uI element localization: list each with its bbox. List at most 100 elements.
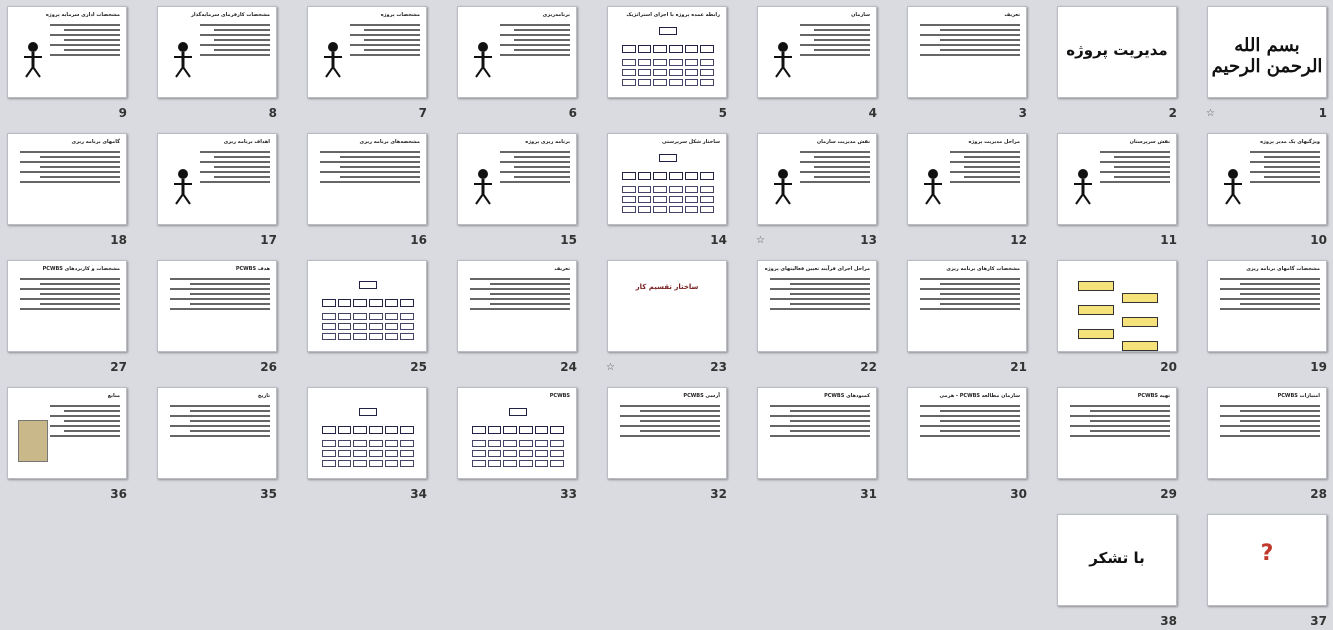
slide-thumbnail-3[interactable]: تعریف 3 [907,6,1027,120]
slide-thumbnail-16[interactable]: مشخصه‌های برنامه ریزی 16 [307,133,427,247]
slide-thumbnail-37[interactable]: ? 37 [1207,514,1327,628]
slide-preview[interactable]: مشخصات کارهای برنامه ریزی [907,260,1027,352]
slide-preview[interactable]: تعریف [457,260,577,352]
slide-preview[interactable]: مشخصات پروژه [307,6,427,98]
slide-thumbnail-2[interactable]: مدیریت پروژه 2 [1057,6,1177,120]
slide-title: تهیه PCWBS [1137,393,1170,399]
slide-thumbnail-9[interactable]: مشخصات اداری سرمایه پروژه 9 [7,6,127,120]
slide-thumbnail-26[interactable]: هدف PCWBS 26 [157,260,277,374]
slide-preview[interactable]: با تشکر [1057,514,1177,606]
slide-thumbnail-25[interactable]: 25 [307,260,427,374]
slide-preview[interactable]: سازمان [757,6,877,98]
slide-title: PCWBS [549,393,570,399]
slide-preview[interactable]: ساختار شکل سرپرستی [607,133,727,225]
slide-thumbnail-10[interactable]: ویژگیهای یک مدیر پروژه 10 [1207,133,1327,247]
org-chart-graphic [318,281,416,341]
slide-preview[interactable]: مشخصات کارفرمای سرمایه‌گذار [157,6,277,98]
slide-preview[interactable]: گامهای برنامه ریزی [7,133,127,225]
slide-title: مشخصات کارفرمای سرمایه‌گذار [191,12,270,18]
slide-bullets [800,148,870,186]
slide-thumbnail-5[interactable]: رابطه عمده پروژه با اجزای استراتژیک 5 [607,6,727,120]
slide-thumbnail-38[interactable]: با تشکر 38 [1057,514,1177,628]
slide-preview[interactable]: مدیریت پروژه [1057,6,1177,98]
slide-thumbnail-23[interactable]: ساختار تقسیم کار 23 ☆ [606,260,727,374]
slide-preview[interactable]: PCWBS [457,387,577,479]
slide-thumbnail-24[interactable]: تعریف 24 [457,260,577,374]
slide-thumbnail-33[interactable]: PCWBS 33 [457,387,577,501]
slide-bullets [920,21,1020,59]
slide-preview[interactable]: برنامه‌ریزی [457,6,577,98]
slide-preview[interactable]: کمبودهای PCWBS [757,387,877,479]
slide-number: 19 [1310,360,1327,374]
slide-bullets [620,402,720,440]
slide-thumbnail-6[interactable]: برنامه‌ریزی 6 [457,6,577,120]
slide-number: 16 [410,233,427,247]
slide-thumbnail-27[interactable]: مشخصات و کاربردهای PCWBS 27 [7,260,127,374]
slide-bullets [770,275,870,313]
slide-preview[interactable]: تاریخ [157,387,277,479]
slide-thumbnail-31[interactable]: کمبودهای PCWBS 31 [757,387,877,501]
slide-thumbnail-11[interactable]: نقش سرپرستان 11 [1057,133,1177,247]
slide-preview[interactable]: منابع [7,387,127,479]
slide-thumbnail-22[interactable]: مراحل اجرای فرآیند تعیین فعالیتهای پروژه… [757,260,877,374]
slide-thumbnail-4[interactable]: سازمان 4 [757,6,877,120]
slide-thumbnail-19[interactable]: مشخصات گامهای برنامه ریزی 19 [1207,260,1327,374]
slide-thumbnail-18[interactable]: گامهای برنامه ریزی 18 [7,133,127,247]
calligraphy-logo: بسم الله الرحمن الرحیم [1211,35,1323,77]
slide-preview[interactable]: اهداف برنامه ریزی [157,133,277,225]
slide-preview[interactable]: سازمان مطالعه PCWBS - هرمی [907,387,1027,479]
slide-thumbnail-28[interactable]: امتیازات PCWBS 28 [1207,387,1327,501]
slide-preview[interactable]: ? [1207,514,1327,606]
slide-number: 10 [1310,233,1327,247]
slide-number: 27 [110,360,127,374]
slide-preview[interactable] [307,260,427,352]
slide-bullets [800,21,870,59]
slide-thumbnail-15[interactable]: برنامه ریزی پروژه 15 [457,133,577,247]
slide-preview[interactable]: برنامه ریزی پروژه [457,133,577,225]
slide-preview[interactable]: مراحل مدیریت پروژه [907,133,1027,225]
slide-preview[interactable]: امتیازات PCWBS [1207,387,1327,479]
slide-thumbnail-14[interactable]: ساختار شکل سرپرستی 14 [607,133,727,247]
slide-preview[interactable] [307,387,427,479]
slide-thumbnail-1[interactable]: بسم الله الرحمن الرحیم 1 ☆ [1206,6,1327,120]
slide-thumbnail-21[interactable]: مشخصات کارهای برنامه ریزی 21 [907,260,1027,374]
org-chart-graphic [468,408,566,468]
slide-number: 9 [118,106,127,120]
slide-number: 6 [568,106,577,120]
slide-preview[interactable]: نقش سرپرستان [1057,133,1177,225]
slide-preview[interactable]: مراحل اجرای فرآیند تعیین فعالیتهای پروژه [757,260,877,352]
slide-number: 18 [110,233,127,247]
slide-preview[interactable]: نقش مدیریت سازمان [757,133,877,225]
slide-preview[interactable]: آرسی PCWBS [607,387,727,479]
slide-title: مراحل مدیریت پروژه [968,139,1020,145]
slide-thumbnail-12[interactable]: مراحل مدیریت پروژه 12 [907,133,1027,247]
clipart-figure [468,39,498,79]
slide-title: سازمان [851,12,870,18]
slide-preview[interactable]: تعریف [907,6,1027,98]
slide-thumbnail-32[interactable]: آرسی PCWBS 32 [607,387,727,501]
slide-title: مشخصات پروژه [380,12,420,18]
slide-preview[interactable]: مشخصات و کاربردهای PCWBS [7,260,127,352]
slide-thumbnail-13[interactable]: نقش مدیریت سازمان 13 ☆ [756,133,877,247]
slide-thumbnail-8[interactable]: مشخصات کارفرمای سرمایه‌گذار 8 [157,6,277,120]
slide-thumbnail-29[interactable]: تهیه PCWBS 29 [1057,387,1177,501]
slide-preview[interactable]: ساختار تقسیم کار [607,260,727,352]
slide-thumbnail-34[interactable]: 34 [307,387,427,501]
slide-thumbnail-7[interactable]: مشخصات پروژه 7 [307,6,427,120]
slide-preview[interactable]: رابطه عمده پروژه با اجزای استراتژیک [607,6,727,98]
slide-thumbnail-36[interactable]: منابع 36 [7,387,127,501]
slide-preview[interactable]: ویژگیهای یک مدیر پروژه [1207,133,1327,225]
slide-number: 20 [1160,360,1177,374]
slide-preview[interactable]: مشخصات اداری سرمایه پروژه [7,6,127,98]
slide-preview[interactable] [1057,260,1177,352]
slide-thumbnail-35[interactable]: تاریخ 35 [157,387,277,501]
slide-preview[interactable]: مشخصه‌های برنامه ریزی [307,133,427,225]
slide-thumbnail-20[interactable]: 20 [1057,260,1177,374]
slide-thumbnail-30[interactable]: سازمان مطالعه PCWBS - هرمی 30 [907,387,1027,501]
slide-preview[interactable]: مشخصات گامهای برنامه ریزی [1207,260,1327,352]
slide-thumbnail-17[interactable]: اهداف برنامه ریزی 17 [157,133,277,247]
slide-preview[interactable]: هدف PCWBS [157,260,277,352]
slide-preview[interactable]: تهیه PCWBS [1057,387,1177,479]
slide-preview[interactable]: بسم الله الرحمن الرحیم [1207,6,1327,98]
slide-title: مشخصه‌های برنامه ریزی [359,139,420,145]
